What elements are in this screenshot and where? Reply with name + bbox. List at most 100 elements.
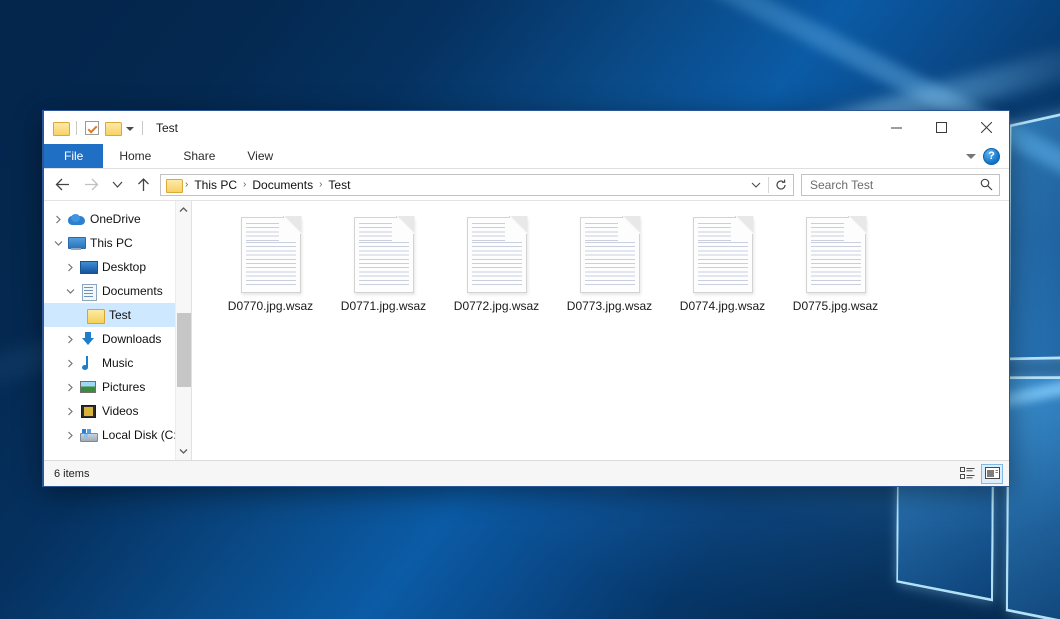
chevron-right-icon[interactable]: [62, 383, 79, 392]
tab-share[interactable]: Share: [167, 144, 231, 168]
details-view-button[interactable]: [956, 464, 978, 484]
recent-locations-button[interactable]: [108, 172, 127, 197]
scrollbar-thumb[interactable]: [177, 313, 191, 387]
folder-icon: [166, 178, 181, 191]
generic-document-icon: [580, 217, 640, 293]
address-bar[interactable]: › This PC › Documents › Test: [160, 174, 794, 196]
sidebar-item-label: Videos: [102, 404, 138, 418]
customize-dropdown-icon[interactable]: [126, 127, 134, 131]
sidebar-item-label: Pictures: [102, 380, 145, 394]
scroll-down-arrow-icon[interactable]: [176, 443, 192, 460]
close-button[interactable]: [964, 111, 1009, 144]
folder-tree: OneDrive This PC Desktop: [44, 201, 191, 460]
scroll-up-arrow-icon[interactable]: [176, 201, 192, 218]
sidebar-item-label: Music: [102, 356, 133, 370]
address-bar-row: › This PC › Documents › Test: [44, 169, 1009, 200]
generic-document-icon: [806, 217, 866, 293]
separator: [142, 121, 143, 135]
generic-document-icon: [354, 217, 414, 293]
music-icon: [79, 355, 97, 371]
forward-button[interactable]: [79, 172, 104, 197]
chevron-down-icon[interactable]: [748, 175, 764, 195]
item-count-label: 6 items: [54, 468, 89, 480]
sidebar-item-label: This PC: [90, 236, 133, 250]
status-bar: 6 items: [44, 460, 1009, 486]
ribbon-tools: ?: [966, 144, 1009, 168]
file-item[interactable]: D0770.jpg.wsaz: [214, 215, 327, 313]
breadcrumb: › This PC › Documents › Test: [184, 178, 742, 192]
sidebar-item-pictures[interactable]: Pictures: [44, 375, 191, 399]
documents-icon: [79, 283, 97, 299]
generic-document-icon: [693, 217, 753, 293]
maximize-button[interactable]: [919, 111, 964, 144]
quick-access-toolbar: Test: [44, 121, 178, 135]
up-button[interactable]: [131, 172, 156, 197]
chevron-down-icon[interactable]: [62, 288, 79, 295]
address-bar-tools: [742, 175, 789, 195]
file-explorer-window: Test File Home Share View ?: [42, 110, 1010, 487]
downloads-icon: [79, 331, 97, 347]
chevron-right-icon[interactable]: [62, 335, 79, 344]
file-name: D0773.jpg.wsaz: [567, 299, 652, 313]
file-item[interactable]: D0773.jpg.wsaz: [553, 215, 666, 313]
search-icon[interactable]: [980, 178, 993, 191]
sidebar-item-onedrive[interactable]: OneDrive: [44, 207, 191, 231]
tab-view[interactable]: View: [231, 144, 289, 168]
file-name: D0771.jpg.wsaz: [341, 299, 426, 313]
breadcrumb-item-test[interactable]: Test: [323, 178, 355, 192]
chevron-down-icon[interactable]: [966, 154, 976, 159]
chevron-right-icon[interactable]: [62, 263, 79, 272]
file-grid: D0770.jpg.wsaz D0771.jpg.wsaz: [214, 215, 1009, 313]
chevron-down-icon[interactable]: [50, 240, 67, 247]
breadcrumb-item-this-pc[interactable]: This PC: [189, 178, 242, 192]
title-bar: Test: [44, 111, 1009, 144]
chevron-right-icon[interactable]: [62, 407, 79, 416]
ribbon-tab-bar: File Home Share View ?: [44, 144, 1009, 169]
tab-file[interactable]: File: [44, 144, 103, 168]
minimize-button[interactable]: [874, 111, 919, 144]
refresh-icon[interactable]: [773, 175, 789, 195]
sidebar-item-desktop[interactable]: Desktop: [44, 255, 191, 279]
sidebar-item-this-pc[interactable]: This PC: [44, 231, 191, 255]
properties-icon[interactable]: [85, 121, 99, 135]
file-item[interactable]: D0772.jpg.wsaz: [440, 215, 553, 313]
sidebar-item-videos[interactable]: Videos: [44, 399, 191, 423]
local-disk-icon: [79, 427, 97, 443]
back-button[interactable]: [50, 172, 75, 197]
chevron-right-icon[interactable]: [62, 431, 79, 440]
chevron-right-icon[interactable]: [50, 215, 67, 224]
chevron-right-icon[interactable]: [62, 359, 79, 368]
sidebar-item-downloads[interactable]: Downloads: [44, 327, 191, 351]
sidebar-item-test[interactable]: Test: [44, 303, 191, 327]
windows-logo-pane: [1006, 376, 1060, 619]
file-item[interactable]: D0771.jpg.wsaz: [327, 215, 440, 313]
sidebar-item-label: Test: [109, 308, 131, 322]
help-icon[interactable]: ?: [983, 148, 1000, 165]
search-box[interactable]: [801, 174, 1000, 196]
separator: [76, 121, 77, 135]
sidebar-item-documents[interactable]: Documents: [44, 279, 191, 303]
large-icons-view-button[interactable]: [981, 464, 1003, 484]
sidebar-item-label: Documents: [102, 284, 163, 298]
window-controls: [874, 111, 1009, 144]
explorer-body: OneDrive This PC Desktop: [44, 200, 1009, 460]
folder-icon[interactable]: [53, 121, 68, 134]
file-item[interactable]: D0775.jpg.wsaz: [779, 215, 892, 313]
tab-home[interactable]: Home: [103, 144, 167, 168]
search-input[interactable]: [810, 178, 980, 192]
file-name: D0770.jpg.wsaz: [228, 299, 313, 313]
sidebar-item-label: Desktop: [102, 260, 146, 274]
new-folder-icon[interactable]: [105, 121, 120, 134]
file-list-pane[interactable]: D0770.jpg.wsaz D0771.jpg.wsaz: [192, 201, 1009, 460]
file-name: D0775.jpg.wsaz: [793, 299, 878, 313]
breadcrumb-item-documents[interactable]: Documents: [247, 178, 318, 192]
file-item[interactable]: D0774.jpg.wsaz: [666, 215, 779, 313]
sidebar-scrollbar[interactable]: [175, 201, 191, 460]
separator: [768, 177, 769, 193]
sidebar-item-local-disk[interactable]: Local Disk (C:): [44, 423, 191, 447]
pictures-icon: [79, 379, 97, 395]
window-title: Test: [156, 121, 178, 135]
sidebar-item-music[interactable]: Music: [44, 351, 191, 375]
sidebar-item-label: Local Disk (C:): [102, 428, 181, 442]
scrollbar-track[interactable]: [176, 218, 192, 443]
